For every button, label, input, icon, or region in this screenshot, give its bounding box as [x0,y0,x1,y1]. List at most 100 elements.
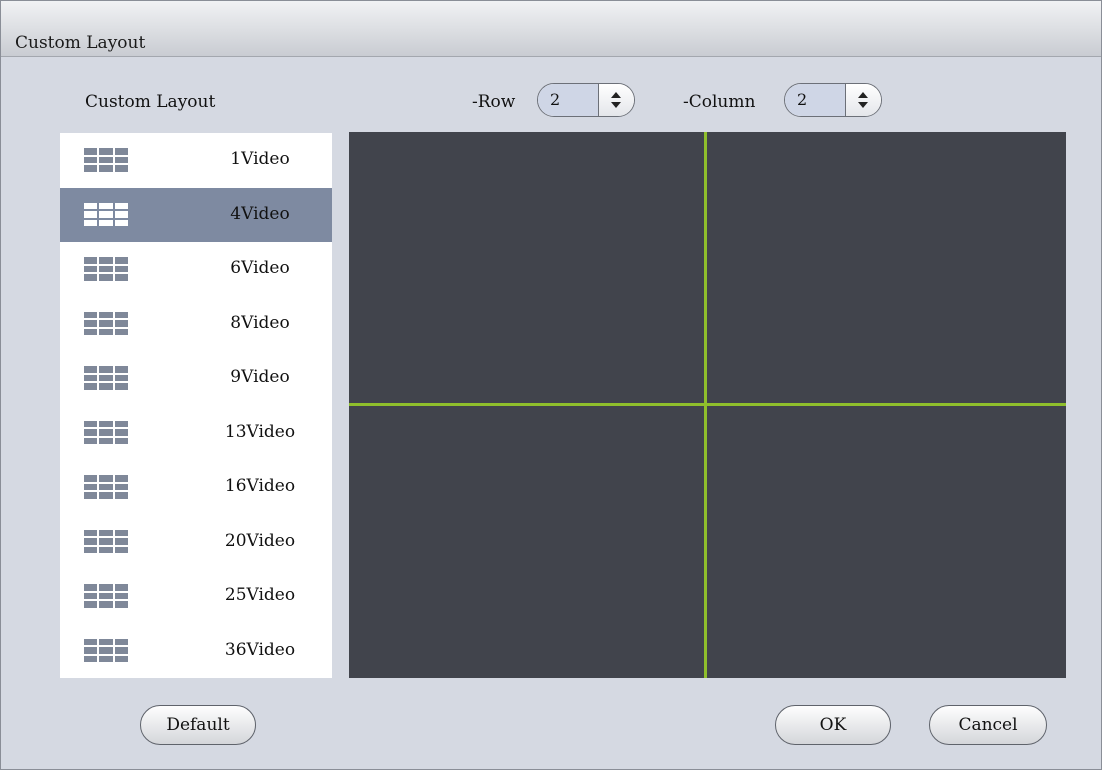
grid-layout-icon [84,638,128,663]
column-value[interactable]: 2 [785,84,847,116]
grid-cell [99,202,113,210]
grid-cell [99,320,113,327]
up-arrow-icon[interactable] [858,92,868,98]
grid-cell [84,475,98,482]
grid-cell [114,165,128,172]
grid-cell [84,202,98,210]
grid-cell [99,638,113,646]
layout-item[interactable]: 8Video [60,297,332,352]
grid-cell [114,320,128,327]
layout-item[interactable]: 1Video [60,133,332,188]
grid-cell [114,492,128,499]
layout-item-label: 8Video [230,312,290,333]
grid-cell [84,483,98,491]
grid-cell [84,492,98,499]
grid-cell [114,638,128,646]
grid-cell [84,148,98,155]
grid-cell [99,257,113,264]
grid-cell [114,257,128,264]
grid-cell [84,165,98,172]
cancel-button[interactable]: Cancel [929,705,1047,745]
row-label: -Row [472,92,516,112]
down-arrow-icon[interactable] [858,102,868,108]
grid-cell [84,546,98,554]
grid-cell [114,148,128,155]
layout-item[interactable]: 16Video [60,460,332,515]
grid-layout-icon [84,366,128,390]
column-spinner[interactable]: 2 [784,83,882,117]
grid-cell [114,584,128,591]
grid-cell [84,655,98,663]
grid-cell [99,165,113,172]
grid-cell [99,475,113,482]
grid-cell [84,320,98,327]
grid-cell [114,655,128,663]
layout-item-label: 25Video [224,585,296,605]
layout-item-label: 4Video [230,203,290,224]
title-bar: Custom Layout [1,1,1101,57]
grid-cell [84,529,98,537]
grid-cell [114,437,128,445]
grid-layout-icon [84,311,128,336]
grid-cell [84,429,98,436]
grid-cell [99,546,113,554]
up-arrow-icon[interactable] [611,92,621,98]
grid-cell [114,202,128,210]
grid-cell [99,420,113,428]
grid-layout-icon [84,202,128,227]
grid-cell [114,274,128,281]
ok-button[interactable]: OK [775,705,891,745]
grid-cell [114,366,128,373]
grid-cell [99,211,113,218]
down-arrow-icon[interactable] [611,102,621,108]
grid-divider-horizontal [349,403,1066,406]
layout-item[interactable]: 13Video [60,406,332,461]
grid-cell [114,420,128,428]
grid-cell [99,584,113,591]
layout-item[interactable]: 4Video [60,187,332,242]
row-value[interactable]: 2 [538,84,600,116]
grid-cell [99,148,113,155]
layout-item-label: 1Video [230,149,290,169]
grid-cell [114,311,128,319]
layout-item-label: 36Video [224,639,296,660]
layout-item[interactable]: 25Video [60,569,332,624]
grid-cell [99,529,113,537]
row-spinner-arrows[interactable] [598,84,634,116]
grid-layout-icon [84,529,128,554]
grid-cell [84,311,98,319]
grid-cell [114,538,128,545]
grid-cell [99,592,113,600]
grid-cell [114,156,128,164]
layout-item[interactable]: 20Video [60,515,332,570]
grid-layout-icon [84,584,128,608]
grid-cell [99,383,113,390]
default-button[interactable]: Default [140,705,256,745]
layout-preview [349,132,1066,678]
layout-list: 1Video 4Video 6Video 8Video 9Video 13Video 16V… [60,133,332,678]
layout-item[interactable]: 6Video [60,242,332,297]
grid-cell [84,219,98,227]
column-spinner-arrows[interactable] [845,84,881,116]
grid-cell [114,265,128,273]
grid-cell [84,437,98,445]
layout-item-label: 9Video [230,367,290,387]
grid-cell [99,601,113,608]
row-spinner[interactable]: 2 [537,83,635,117]
layout-item[interactable]: 9Video [60,351,332,406]
grid-cell [114,647,128,654]
window-title: Custom Layout [15,33,146,53]
grid-cell [114,328,128,336]
grid-cell [84,257,98,264]
grid-cell [114,546,128,554]
grid-cell [114,483,128,491]
grid-cell [84,538,98,545]
layout-item[interactable]: 36Video [60,624,332,679]
grid-cell [114,529,128,537]
grid-cell [99,265,113,273]
grid-cell [99,538,113,545]
grid-cell [84,156,98,164]
grid-cell [99,366,113,373]
grid-cell [99,483,113,491]
grid-cell [99,219,113,227]
